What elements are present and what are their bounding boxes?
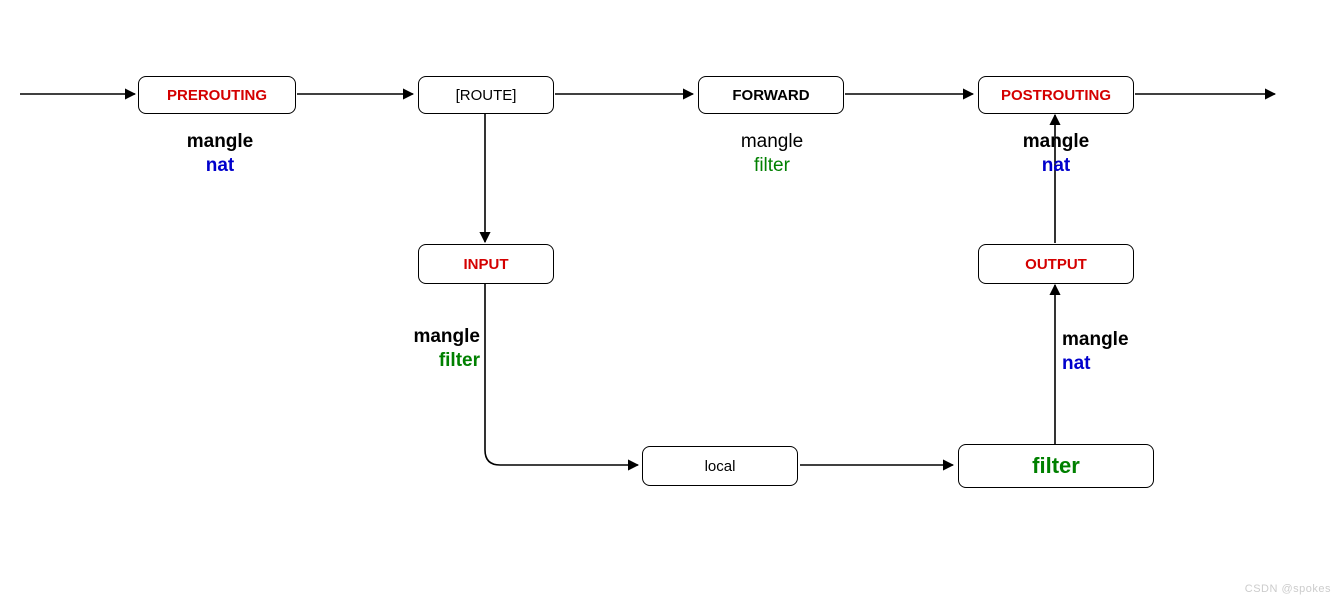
postrouting-annot: mangle nat (1006, 130, 1106, 178)
forward-annot: mangle filter (722, 130, 822, 178)
prerouting-annot-mangle: mangle (170, 130, 270, 154)
output-annot: mangle nat (1062, 328, 1162, 376)
postrouting-annot-mangle: mangle (1006, 130, 1106, 154)
postrouting-label: POSTROUTING (1001, 87, 1111, 104)
output-box: OUTPUT (978, 244, 1134, 284)
input-annot-mangle: mangle (390, 325, 480, 349)
local-box: local (642, 446, 798, 486)
output-label: OUTPUT (1025, 256, 1087, 273)
output-annot-nat: nat (1062, 352, 1162, 376)
route-box: [ROUTE] (418, 76, 554, 114)
forward-annot-filter: filter (722, 154, 822, 178)
input-annot: mangle filter (390, 325, 480, 373)
input-label: INPUT (464, 256, 509, 273)
prerouting-annot-nat: nat (170, 154, 270, 178)
filter-box: filter (958, 444, 1154, 488)
prerouting-annot: mangle nat (170, 130, 270, 178)
forward-label: FORWARD (732, 87, 809, 104)
route-label: [ROUTE] (456, 87, 517, 104)
local-label: local (705, 458, 736, 475)
input-box: INPUT (418, 244, 554, 284)
postrouting-annot-nat: nat (1006, 154, 1106, 178)
forward-annot-mangle: mangle (722, 130, 822, 154)
forward-box: FORWARD (698, 76, 844, 114)
prerouting-box: PREROUTING (138, 76, 296, 114)
postrouting-box: POSTROUTING (978, 76, 1134, 114)
prerouting-label: PREROUTING (167, 87, 267, 104)
watermark: CSDN @spokes (1245, 583, 1331, 595)
filter-label: filter (1032, 453, 1080, 479)
output-annot-mangle: mangle (1062, 328, 1162, 352)
input-annot-filter: filter (390, 349, 480, 373)
